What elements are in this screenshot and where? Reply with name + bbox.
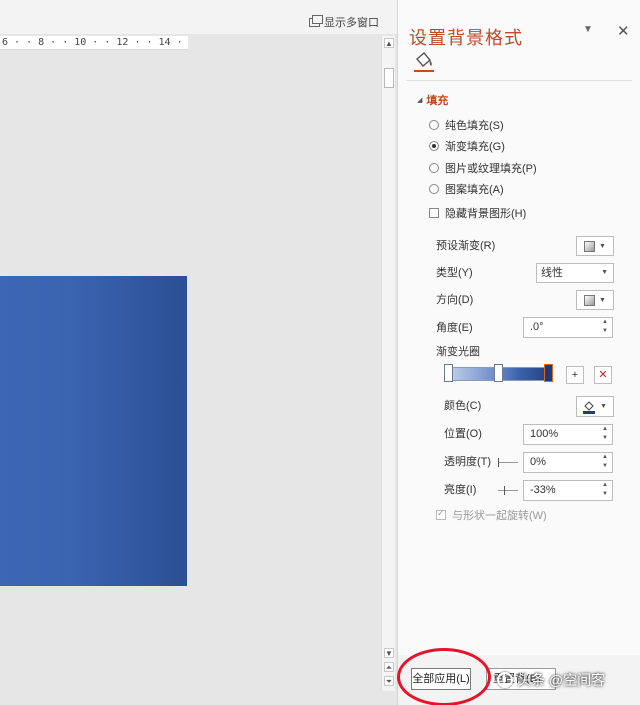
close-icon[interactable]: ✕ (617, 22, 630, 40)
panel-title: 设置背景格式 (409, 28, 523, 48)
gradient-stop-2[interactable] (494, 364, 503, 382)
gradient-stops-label: 渐变光圈 (436, 346, 480, 358)
checkbox[interactable] (429, 208, 439, 218)
slide-background-preview[interactable] (0, 276, 187, 586)
direction-swatch-icon (584, 294, 595, 306)
watermark-logo-icon (497, 672, 513, 688)
rotate-with-shape-checkbox[interactable]: 与形状一起旋转(W) (436, 507, 547, 523)
angle-spinner[interactable]: .0° ▲ ▼ (523, 317, 613, 338)
radio-button[interactable] (429, 184, 439, 194)
page-up-icon[interactable]: ⏶ (384, 662, 394, 672)
page-down-icon[interactable]: ⏷ (384, 676, 394, 686)
red-highlight-annotation (397, 648, 491, 705)
checkbox-label: 隐藏背景图形(H) (445, 208, 527, 220)
angle-value: .0° (530, 321, 544, 333)
radio-gradient-fill[interactable]: 渐变填充(G) (429, 138, 505, 154)
brightness-slider[interactable] (496, 483, 520, 497)
section-divider (406, 80, 632, 81)
direction-label: 方向(D) (436, 294, 474, 306)
document-top-bar: 显示多窗口 (0, 0, 397, 34)
radio-button[interactable] (429, 163, 439, 173)
preset-gradient-label: 预设渐变(R) (436, 240, 496, 252)
remove-gradient-stop-icon[interactable]: ✕ (594, 366, 612, 384)
brightness-value: -33% (530, 484, 556, 496)
color-label: 颜色(C) (444, 400, 482, 412)
checkbox-checked-disabled[interactable] (436, 508, 446, 520)
position-label: 位置(O) (444, 428, 482, 440)
radio-solid-fill[interactable]: 纯色填充(S) (429, 117, 504, 133)
radio-pattern-fill[interactable]: 图案填充(A) (429, 181, 504, 197)
paint-bucket-icon (583, 400, 595, 414)
multi-window-button[interactable]: 显示多窗口 (309, 14, 379, 30)
gradient-swatch-icon (584, 240, 595, 252)
chevron-down-icon: ▼ (599, 296, 606, 304)
multi-window-label: 显示多窗口 (324, 17, 379, 29)
chevron-down-icon: ▼ (599, 242, 606, 250)
type-label: 类型(Y) (436, 267, 473, 279)
spin-arrows-icon[interactable]: ▲ ▼ (601, 481, 609, 499)
format-background-panel: 设置背景格式 ▼ ✕ ◢ 填充 纯色填充(S) 渐变填充(G) 图片或纹理填充(… (397, 0, 640, 705)
watermark: 头条 @空间客 (497, 670, 605, 690)
vertical-scrollbar[interactable]: ▲ ▼ ⏶ ⏷ (381, 36, 395, 691)
hide-background-graphics-checkbox[interactable]: 隐藏背景图形(H) (429, 205, 526, 221)
radio-label: 纯色填充(S) (445, 120, 504, 132)
radio-label: 图案填充(A) (445, 184, 504, 196)
transparency-slider[interactable] (496, 455, 520, 469)
chevron-down-icon: ▼ (601, 269, 608, 276)
checkbox-label: 与形状一起旋转(W) (452, 510, 547, 522)
scroll-thumb[interactable] (384, 68, 394, 88)
position-value: 100% (530, 428, 559, 440)
spin-arrows-icon[interactable]: ▲ ▼ (601, 453, 609, 471)
preset-gradient-dropdown[interactable]: ▼ (576, 236, 614, 256)
slide-canvas (0, 50, 380, 695)
chevron-down-icon: ▼ (600, 403, 607, 410)
horizontal-ruler: 6 · · 8 · · 10 · · 12 · · 14 · · 16 (0, 36, 188, 50)
gradient-stop-1[interactable] (444, 364, 453, 382)
add-gradient-stop-icon[interactable]: + (566, 366, 584, 384)
panel-options-icon[interactable]: ▼ (583, 24, 593, 35)
radio-label: 渐变填充(G) (445, 141, 505, 153)
radio-label: 图片或纹理填充(P) (445, 163, 537, 175)
type-select[interactable]: 线性 ▼ (536, 263, 614, 283)
transparency-spinner[interactable]: 0% ▲ ▼ (523, 452, 613, 473)
transparency-label: 透明度(T) (444, 456, 492, 468)
spin-arrows-icon[interactable]: ▲ ▼ (601, 425, 609, 443)
radio-button-checked[interactable] (429, 141, 439, 151)
brightness-spinner[interactable]: -33% ▲ ▼ (523, 480, 613, 501)
radio-picture-fill[interactable]: 图片或纹理填充(P) (429, 160, 537, 176)
color-picker-button[interactable]: ▼ (576, 396, 614, 417)
transparency-value: 0% (530, 456, 546, 468)
scroll-down-icon[interactable]: ▼ (384, 648, 394, 658)
spin-arrows-icon[interactable]: ▲ ▼ (601, 318, 609, 336)
type-value: 线性 (541, 267, 563, 279)
fill-section-label: 填充 (426, 95, 449, 107)
document-area: 显示多窗口 6 · · 8 · · 10 · · 12 · · 14 · · 1… (0, 0, 397, 705)
angle-label: 角度(E) (436, 322, 473, 334)
watermark-text: 头条 @空间客 (517, 672, 606, 688)
radio-button[interactable] (429, 120, 439, 130)
slider-thumb[interactable] (498, 458, 499, 467)
fill-section-header[interactable]: ◢ 填充 (417, 92, 448, 108)
collapse-triangle-icon: ◢ (417, 97, 423, 104)
direction-dropdown[interactable]: ▼ (576, 290, 614, 310)
gradient-stop-3-selected[interactable] (544, 364, 553, 382)
multi-window-icon (309, 14, 323, 27)
brightness-label: 亮度(I) (444, 484, 477, 496)
position-spinner[interactable]: 100% ▲ ▼ (523, 424, 613, 445)
scroll-up-icon[interactable]: ▲ (384, 38, 394, 48)
slider-thumb[interactable] (504, 486, 505, 495)
fill-bucket-icon[interactable] (414, 52, 434, 72)
